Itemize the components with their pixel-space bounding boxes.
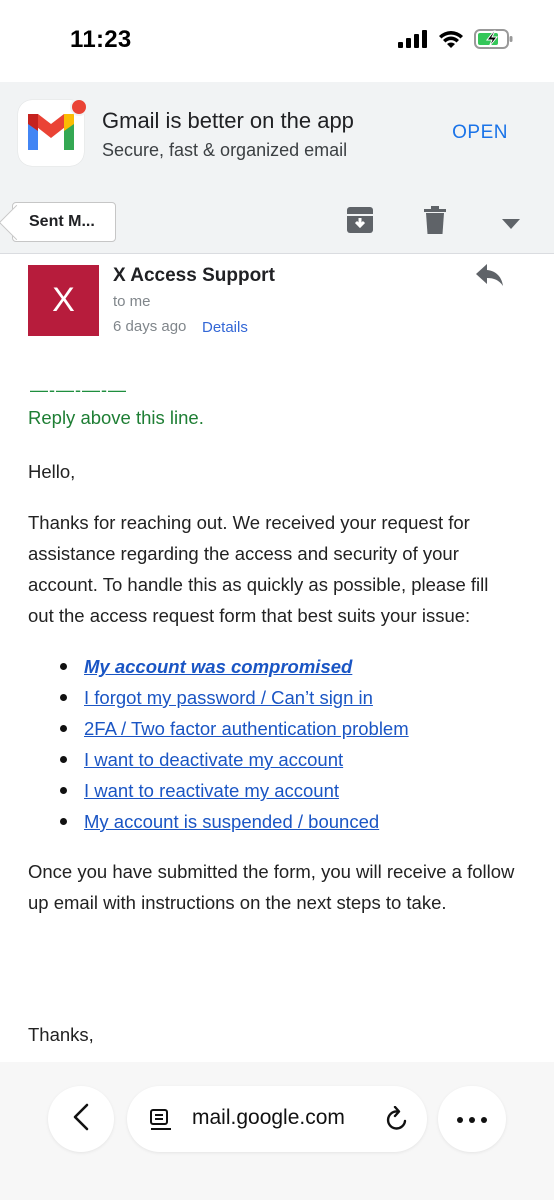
list-item: My account was compromised (60, 651, 409, 682)
list-item: I want to reactivate my account (60, 775, 409, 806)
reply-divider: —-—-—-— (30, 380, 127, 400)
app-banner: Gmail is better on the app Secure, fast … (0, 82, 554, 190)
sender-avatar: X (28, 265, 99, 336)
list-item: 2FA / Two factor authentication problem (60, 713, 409, 744)
url-text: mail.google.com (192, 1106, 345, 1129)
signoff: Thanks, (28, 1024, 94, 1045)
link-forgot-password[interactable]: I forgot my password / Can’t sign in (84, 687, 373, 708)
address-bar[interactable]: mail.google.com (127, 1086, 427, 1152)
mail-toolbar: Sent M... (0, 190, 554, 254)
body-paragraph-2: Once you have submitted the form, you wi… (28, 861, 515, 913)
gmail-logo-icon (18, 98, 88, 166)
list-item: I forgot my password / Can’t sign in (60, 682, 409, 713)
link-account-suspended[interactable]: My account is suspended / bounced (84, 811, 379, 832)
page-menu-icon[interactable] (149, 1108, 173, 1137)
recipient-label: to me (113, 293, 151, 310)
browser-bottom-bar: mail.google.com (0, 1062, 554, 1200)
access-request-links: My account was compromised I forgot my p… (60, 651, 409, 837)
reload-icon[interactable] (385, 1105, 409, 1137)
status-bar: 11:23 (0, 0, 554, 82)
dropdown-caret-icon[interactable] (502, 216, 520, 234)
link-deactivate-account[interactable]: I want to deactivate my account (84, 749, 343, 770)
reply-icon[interactable] (476, 264, 504, 291)
more-dots-icon (457, 1110, 487, 1128)
banner-title: Gmail is better on the app (102, 108, 354, 133)
link-account-compromised[interactable]: My account was compromised (84, 656, 352, 677)
reply-above-text: Reply above this line. (28, 407, 204, 428)
back-folder-label: Sent M... (29, 213, 95, 230)
details-link[interactable]: Details (202, 319, 248, 336)
signal-icon (398, 30, 428, 53)
list-item: My account is suspended / bounced (60, 806, 409, 837)
link-2fa-problem[interactable]: 2FA / Two factor authentication problem (84, 718, 409, 739)
trash-icon[interactable] (424, 206, 446, 239)
browser-back-button[interactable] (48, 1086, 114, 1152)
link-reactivate-account[interactable]: I want to reactivate my account (84, 780, 339, 801)
list-item: I want to deactivate my account (60, 744, 409, 775)
greeting: Hello, (28, 461, 76, 482)
battery-charging-icon (474, 28, 514, 55)
sender-name: X Access Support (113, 265, 275, 286)
email-date: 6 days ago (113, 318, 187, 335)
status-time: 11:23 (70, 26, 132, 53)
chevron-left-icon (73, 1103, 89, 1136)
status-icons (398, 28, 514, 55)
more-options-button[interactable] (438, 1086, 506, 1152)
open-app-button[interactable]: OPEN (452, 122, 508, 144)
body-paragraph-1: Thanks for reaching out. We received you… (28, 512, 489, 626)
back-to-folder-button[interactable]: Sent M... (12, 202, 116, 242)
banner-subtitle: Secure, fast & organized email (102, 140, 348, 160)
wifi-icon (438, 29, 464, 54)
archive-icon[interactable] (346, 206, 374, 239)
